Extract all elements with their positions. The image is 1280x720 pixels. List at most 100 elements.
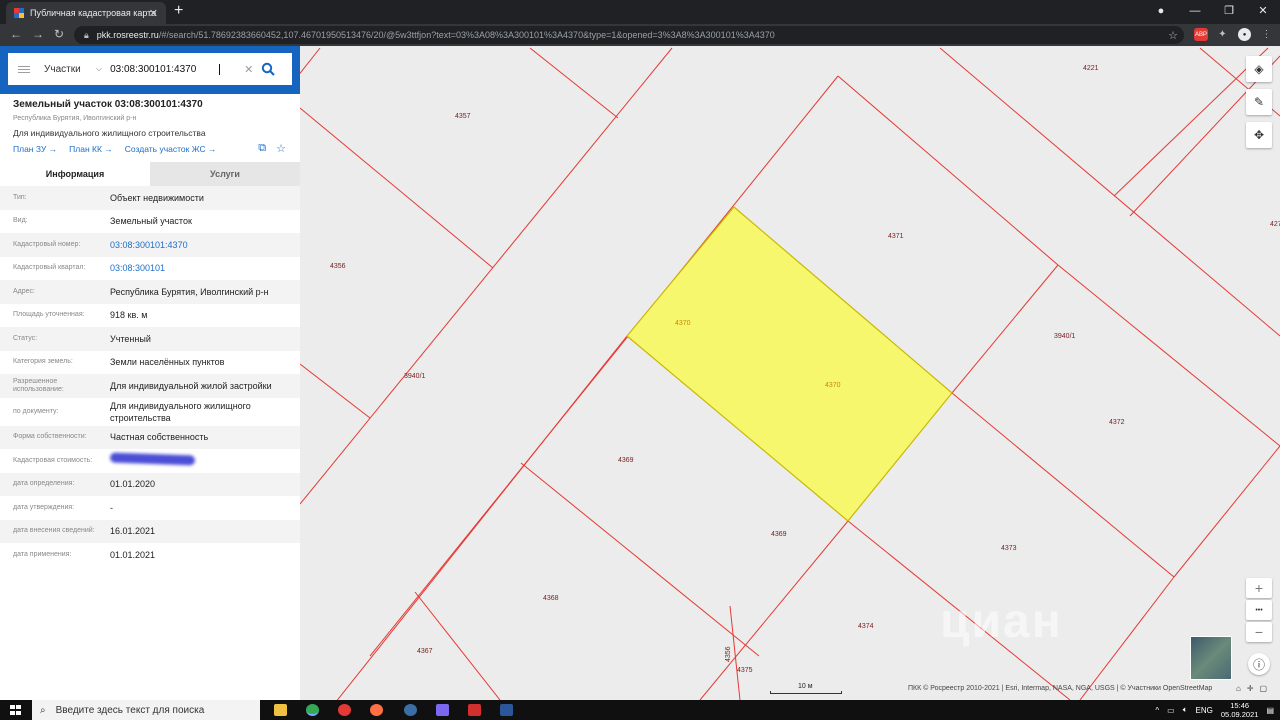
search-icon[interactable] <box>261 62 276 76</box>
forward-button[interactable]: → <box>32 27 44 41</box>
parcel-label[interactable]: 4356 <box>725 646 732 662</box>
favorite-star-icon[interactable]: ☆ <box>276 142 286 155</box>
profile-icon[interactable]: ● <box>1144 0 1178 24</box>
parcel-label[interactable]: 4371 <box>888 233 904 240</box>
windows-start-icon[interactable] <box>10 705 22 715</box>
search-input[interactable]: 03:08:300101:4370 <box>110 63 221 75</box>
close-window-button[interactable]: ✕ <box>1246 0 1280 24</box>
parcel-label[interactable]: 4369 <box>771 531 787 538</box>
extensions-puzzle-icon[interactable]: ✦ <box>1216 28 1229 41</box>
reload-button[interactable]: ↻ <box>54 27 64 41</box>
crosshair-icon[interactable]: ✛ <box>1247 684 1254 693</box>
profile-avatar-icon[interactable]: ● <box>1238 28 1251 41</box>
parcel-label[interactable]: 4370 <box>825 382 841 389</box>
parcel-label[interactable]: 4221 <box>1083 65 1099 72</box>
parcel-label[interactable]: 4375 <box>737 667 753 674</box>
chevron-down-icon[interactable]: ⌵ <box>96 64 102 74</box>
parcel-boundaries: 4357 4356 4221 4371 3940/1 3940/1 4372 4… <box>300 47 1280 700</box>
row-value: Объект недвижимости <box>110 192 204 203</box>
keyboard-language[interactable]: ENG <box>1196 706 1213 715</box>
layers-button[interactable]: ◈ <box>1246 56 1272 82</box>
browser-tab-bar: Публичная кадастровая карта ✕ + ● — ❐ ✕ <box>0 0 1280 24</box>
cadastral-quarter-link[interactable]: 03:08:300101 <box>110 262 296 274</box>
cadastral-map[interactable]: 4357 4356 4221 4371 3940/1 3940/1 4372 4… <box>300 46 1280 700</box>
new-tab-button[interactable]: + <box>174 2 183 20</box>
firefox-icon[interactable] <box>370 704 383 716</box>
word-icon[interactable] <box>500 704 513 716</box>
attribution-icons: ⌂ ✛ ▢ <box>1236 684 1267 693</box>
volume-icon[interactable]: 🔈︎ <box>1183 705 1188 715</box>
menu-kebab-icon[interactable]: ⋮ <box>1260 28 1273 41</box>
parcel-label[interactable]: 3940/1 <box>404 373 426 380</box>
url-input[interactable]: 🔒︎ pkk.rosreestr.ru /#/search/51.7869238… <box>74 26 1184 44</box>
parcel-label[interactable]: 4368 <box>543 595 559 602</box>
table-row: дата определения: 01.01.2020 <box>0 472 300 496</box>
cadastral-number-link[interactable]: 03:08:300101:4370 <box>110 239 296 251</box>
fullscreen-icon[interactable]: ▢ <box>1260 684 1268 693</box>
satellite-minimap[interactable] <box>1190 636 1232 680</box>
parcel-label[interactable]: 4370 <box>675 320 691 327</box>
zoom-in-button[interactable]: + <box>1246 578 1272 598</box>
tab-information[interactable]: Информация <box>0 162 150 186</box>
table-row: Вид: Земельный участок <box>0 210 300 234</box>
scale-label: 10 м <box>798 683 813 690</box>
row-value: 918 кв. м <box>110 310 148 321</box>
hamburger-menu-icon[interactable] <box>18 64 30 75</box>
file-explorer-icon[interactable] <box>274 704 287 716</box>
selected-parcel[interactable] <box>626 206 953 522</box>
bookmark-star-icon[interactable]: ☆ <box>1168 29 1178 42</box>
tray-arrow-icon[interactable]: ^ <box>1155 706 1159 715</box>
row-label: Кадастровый квартал: <box>13 264 86 272</box>
parcel-label[interactable]: 4367 <box>417 648 433 655</box>
minimize-button[interactable]: — <box>1178 0 1212 24</box>
locate-button[interactable]: ✥ <box>1246 122 1272 148</box>
parcel-label[interactable]: 4374 <box>858 623 874 630</box>
browser-tab[interactable]: Публичная кадастровая карта ✕ <box>6 2 166 24</box>
scale-bar <box>770 691 842 694</box>
row-label: дата утверждения: <box>13 503 75 511</box>
parcel-label[interactable]: 4369 <box>618 457 634 464</box>
zoom-out-button[interactable]: − <box>1246 622 1272 642</box>
taskbar-search[interactable]: ⌕ Введите здесь текст для поиска <box>32 700 260 720</box>
search-type-select[interactable]: Участки <box>44 64 92 75</box>
map-attribution: ПКК © Росреестр 2010-2021 | Esri, Interm… <box>908 685 1213 692</box>
row-value: Земли населённых пунктов <box>110 357 225 368</box>
parcel-label[interactable]: 4373 <box>1001 545 1017 552</box>
measure-ruler-button[interactable]: ✎ <box>1246 89 1272 115</box>
home-icon[interactable]: ⌂ <box>1236 684 1241 693</box>
notifications-icon[interactable]: ▤ <box>1266 706 1274 715</box>
tab-services[interactable]: Услуги <box>150 162 300 186</box>
save-disk-icon[interactable] <box>436 704 449 716</box>
opera-icon[interactable] <box>338 704 351 716</box>
taskbar-search-placeholder: Введите здесь текст для поиска <box>55 704 205 716</box>
search-box: Участки ⌵ 03:08:300101:4370 ✕ <box>8 53 292 85</box>
parcel-label[interactable]: 4372 <box>1109 419 1125 426</box>
clock[interactable]: 15:46 05.09.2021 <box>1221 701 1259 719</box>
network-icon[interactable]: ▭ <box>1167 706 1175 715</box>
steam-icon[interactable] <box>404 704 417 716</box>
map-info-button[interactable]: ⓘ <box>1248 653 1270 675</box>
row-label: по документу: <box>13 407 59 415</box>
zoom-to-parcel-icon[interactable]: ⧉ <box>258 142 266 155</box>
row-value: Для индивидуального жилищного строительс… <box>110 400 251 423</box>
table-row: Адрес: Республика Бурятия, Иволгинский р-… <box>0 280 300 304</box>
back-button[interactable]: ← <box>10 27 22 41</box>
tab-close-icon[interactable]: ✕ <box>149 7 158 20</box>
table-row: Кадастровый номер: 03:08:300101:4370 <box>0 233 300 257</box>
parcel-label[interactable]: 4356 <box>330 263 346 270</box>
url-host: pkk.rosreestr.ru <box>96 30 159 40</box>
clear-search-icon[interactable]: ✕ <box>244 63 253 76</box>
parcel-label[interactable]: 4357 <box>455 113 471 120</box>
parcel-label[interactable]: 427 <box>1270 221 1280 228</box>
acrobat-icon[interactable] <box>468 704 481 716</box>
row-label: Площадь уточненная: <box>13 311 85 319</box>
create-parcel-link[interactable]: Создать участок ЖС → <box>125 144 217 154</box>
system-tray: ^ ▭ 🔈︎ ENG 15:46 05.09.2021 ▤ <box>1155 700 1274 720</box>
plan-kk-link[interactable]: План КК → <box>69 144 113 154</box>
zoom-more-button[interactable]: ••• <box>1246 600 1272 620</box>
plan-zu-link[interactable]: План ЗУ → <box>13 144 57 154</box>
chrome-icon[interactable] <box>306 704 319 716</box>
restore-button[interactable]: ❐ <box>1212 0 1246 24</box>
parcel-label[interactable]: 3940/1 <box>1054 333 1076 340</box>
adblock-extension-icon[interactable]: ABP <box>1194 28 1208 41</box>
